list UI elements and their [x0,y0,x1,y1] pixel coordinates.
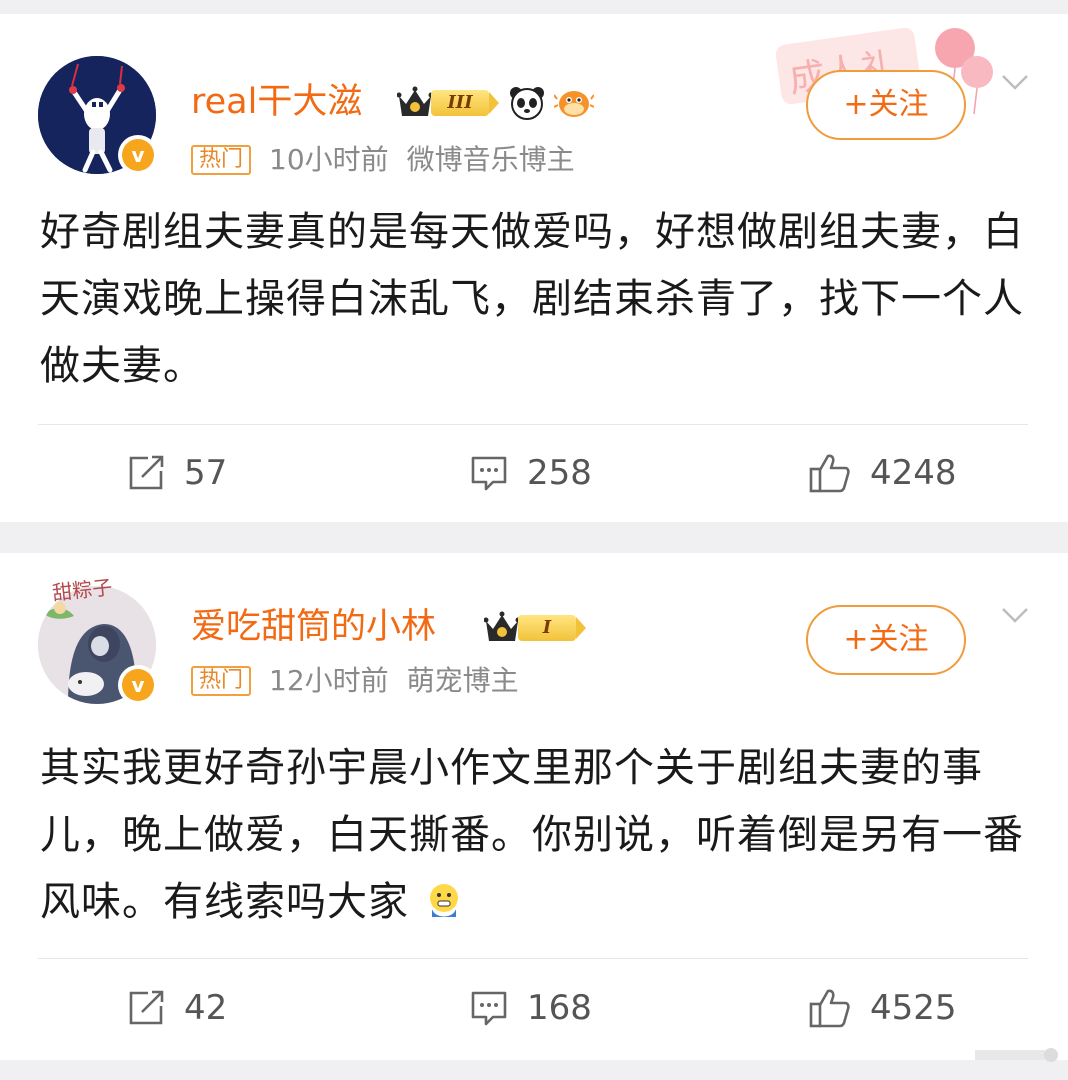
follow-button[interactable]: +关注 [806,605,966,675]
post-meta: 热门 12小时前 萌宠博主 [191,664,519,698]
level-text: I [518,615,576,641]
post-text: 好奇剧组夫妻真的是每天做爱吗，好想做剧组夫妻，白天演戏晚上操得白沫乱飞，剧结束杀… [40,209,1024,389]
repost-button[interactable]: 42 [126,978,227,1038]
pufferfish-icon [554,91,594,117]
like-count: 4525 [870,988,957,1028]
watermark [975,1048,1058,1062]
post-time: 12小时前 [269,664,389,697]
weibo-feed: 成人礼 [0,0,1068,1080]
like-button[interactable]: 4525 [808,978,957,1038]
avatar[interactable]: v [38,56,158,175]
crown-icon [397,86,433,116]
post-text: 其实我更好奇孙宇晨小作文里那个关于剧组夫妻的事儿，晚上做爱，白天撕番。你别说，听… [40,745,1024,925]
repost-icon [129,455,164,490]
post-time: 10小时前 [269,143,389,176]
repost-count: 42 [184,988,228,1028]
panda-icon [510,87,544,120]
action-bar: 57 258 4248 [0,443,1068,503]
shivering-face-emoji [429,884,458,917]
post-card[interactable]: 甜粽子 v 爱吃甜筒的小林 I 热门 12小时前 萌宠博主 +关注 其实我更好奇孙宇… [0,553,1068,1060]
comment-count: 258 [527,453,592,493]
member-level-badge[interactable]: I [484,611,588,645]
chevron-down-icon[interactable] [999,66,1031,98]
action-bar: 42 168 4525 [0,978,1068,1038]
comment-icon [471,991,507,1026]
thumbs-up-icon [809,454,850,493]
level-text: III [431,90,489,116]
like-button[interactable]: 4248 [808,443,957,503]
hot-tag: 热门 [191,145,252,175]
post-card[interactable]: 成人礼 [0,14,1068,522]
verified-v-icon: v [118,665,158,705]
comment-button[interactable]: 258 [469,443,592,503]
username[interactable]: 爱吃甜筒的小林 [191,605,436,649]
user-role: 微博音乐博主 [406,143,575,176]
like-count: 4248 [870,453,957,493]
avatar-caption: 甜粽子 [52,575,113,602]
follow-button[interactable]: +关注 [806,70,966,140]
verified-v-icon: v [118,135,158,175]
user-role: 萌宠博主 [406,664,519,697]
post-text-container: 其实我更好奇孙宇晨小作文里那个关于剧组夫妻的事儿，晚上做爱，白天撕番。你别说，听… [40,735,1030,936]
avatar[interactable]: 甜粽子 v [38,575,158,705]
chevron-down-icon[interactable] [999,599,1031,631]
repost-button[interactable]: 57 [126,443,227,503]
member-level-badge[interactable]: III [397,86,501,120]
hot-tag: 热门 [191,666,252,696]
divider [38,424,1028,425]
post-meta: 热门 10小时前 微博音乐博主 [191,143,575,177]
comment-button[interactable]: 168 [469,978,592,1038]
repost-icon [129,990,164,1025]
thumbs-up-icon [809,989,850,1028]
comment-icon [471,456,507,491]
avatar-caption-text: 甜粽子 [52,575,113,602]
comment-count: 168 [527,988,592,1028]
username[interactable]: real干大滋 [191,80,362,124]
crown-icon [484,611,520,641]
repost-count: 57 [184,453,228,493]
divider [38,958,1028,959]
